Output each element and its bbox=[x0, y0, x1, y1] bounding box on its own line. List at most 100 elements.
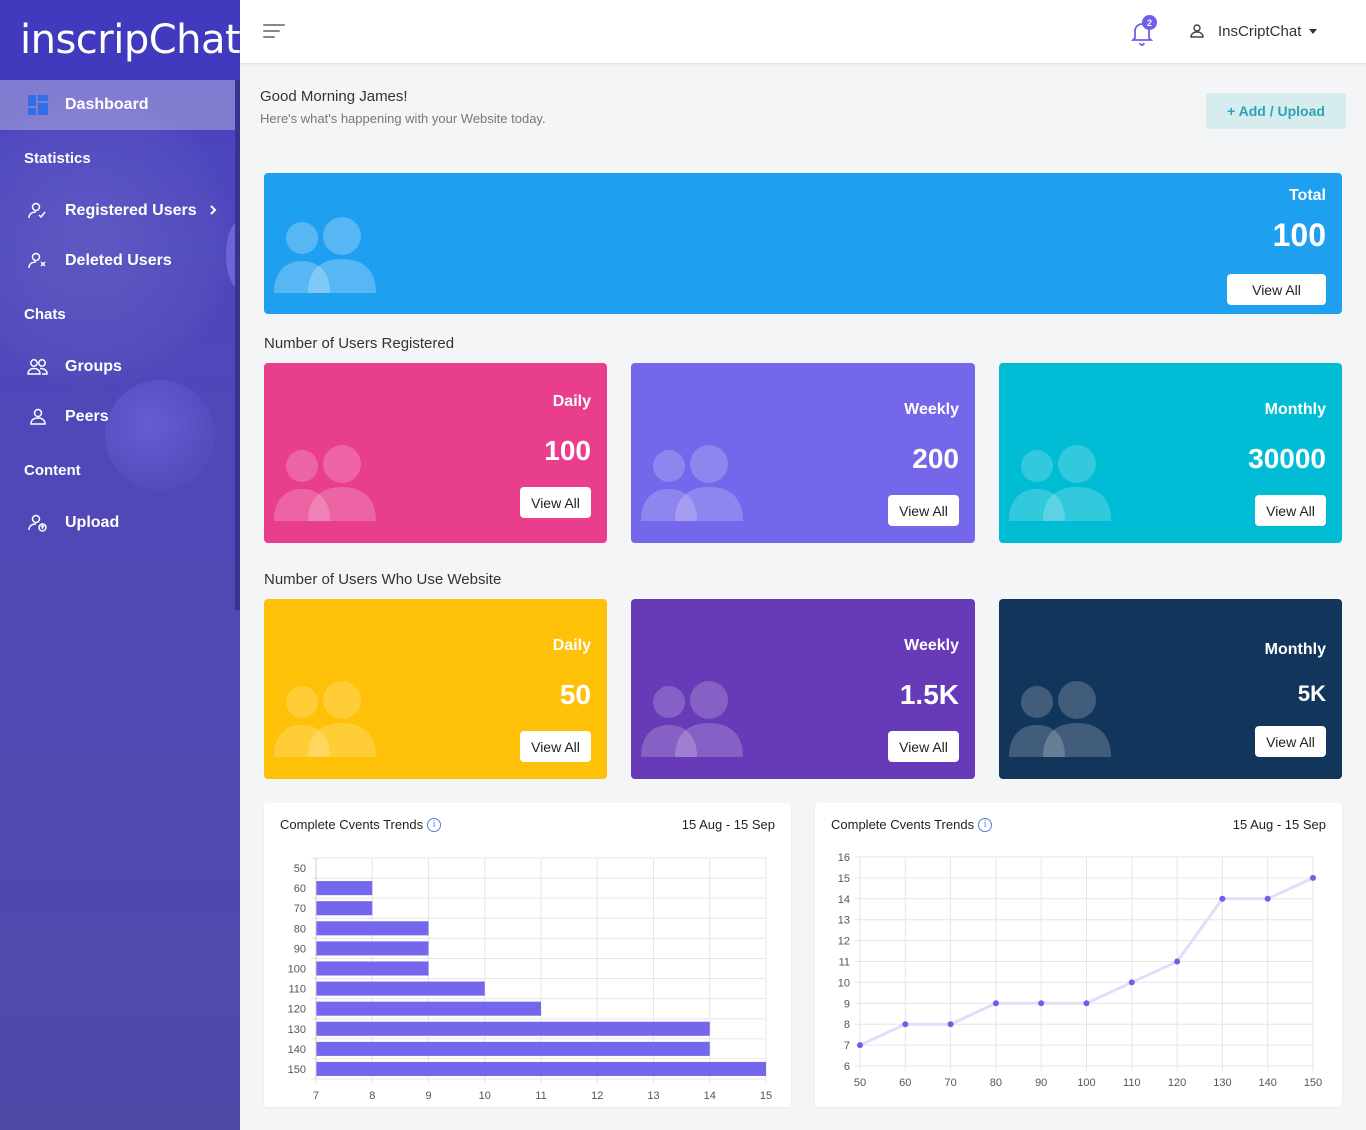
sidebar-scrollbar[interactable] bbox=[235, 0, 240, 610]
line-chart-panel: 6 7 8 9 10 11 12 13 14 15 16 50 60 70 80 90 100 110 120 130… bbox=[815, 803, 1342, 1107]
menu-toggle-icon[interactable] bbox=[263, 24, 285, 40]
x-tick-label: 80 bbox=[990, 1077, 1002, 1089]
x-tick-label: 50 bbox=[854, 1077, 866, 1089]
sidebar-heading-content: Content bbox=[24, 462, 81, 479]
view-all-button[interactable]: View All bbox=[1255, 495, 1326, 526]
bar bbox=[316, 961, 429, 976]
card-label: Weekly bbox=[904, 401, 959, 418]
sidebar-item-label: Dashboard bbox=[65, 96, 149, 113]
data-point bbox=[1174, 958, 1181, 965]
topbar: 2 InsCriptChat bbox=[240, 0, 1366, 64]
bar bbox=[316, 1041, 710, 1056]
data-point bbox=[1310, 874, 1316, 881]
card-value: 1.5K bbox=[899, 679, 959, 710]
card-value: 100 bbox=[544, 435, 591, 466]
view-all-button[interactable]: View All bbox=[520, 731, 591, 762]
registered-weekly-card: Weekly 200 View All bbox=[631, 363, 975, 543]
usage-section-title: Number of Users Who Use Website bbox=[264, 571, 502, 588]
view-all-button[interactable]: View All bbox=[1255, 726, 1326, 757]
total-value: 100 bbox=[1272, 217, 1326, 253]
card-value: 5K bbox=[1297, 681, 1326, 706]
x-tick-label: 8 bbox=[369, 1090, 375, 1102]
usage-daily-card: Daily 50 View All bbox=[264, 599, 607, 779]
chart-title-text: Complete Cvents Trends bbox=[280, 817, 424, 832]
sidebar-item-upload[interactable]: Upload bbox=[0, 498, 235, 548]
x-tick-label: 70 bbox=[944, 1077, 956, 1089]
y-tick-label: 16 bbox=[838, 852, 850, 864]
card-value: 30000 bbox=[1248, 443, 1326, 474]
y-tick-label: 14 bbox=[838, 894, 850, 906]
user-upload-icon bbox=[26, 511, 50, 535]
data-point bbox=[1083, 1000, 1090, 1007]
data-point bbox=[1038, 1000, 1045, 1007]
y-tick-label: 130 bbox=[288, 1024, 306, 1036]
users-icon bbox=[1009, 445, 1111, 521]
bar bbox=[316, 921, 429, 936]
x-tick-label: 11 bbox=[535, 1090, 546, 1102]
data-point bbox=[1219, 895, 1226, 902]
registered-monthly-card: Monthly 30000 View All bbox=[999, 363, 1342, 543]
users-group-icon bbox=[26, 355, 50, 379]
line-chart: 6 7 8 9 10 11 12 13 14 15 16 50 60 70 80 90 100 110 120 130… bbox=[838, 852, 1322, 1089]
users-icon bbox=[274, 217, 376, 293]
user-name: InsCriptChat bbox=[1218, 22, 1302, 40]
chart-title: Complete Cvents Trends i bbox=[831, 817, 993, 832]
info-icon[interactable]: i bbox=[978, 817, 993, 832]
y-tick-label: 15 bbox=[838, 873, 850, 885]
y-tick-label: 90 bbox=[294, 943, 306, 955]
y-tick-label: 8 bbox=[844, 1019, 850, 1031]
view-all-button[interactable]: View All bbox=[520, 487, 591, 518]
total-view-all-button[interactable]: View All bbox=[1227, 274, 1326, 305]
y-tick-label: 7 bbox=[844, 1040, 850, 1052]
x-tick-label: 9 bbox=[425, 1090, 431, 1102]
y-tick-label: 140 bbox=[288, 1044, 306, 1056]
bar bbox=[316, 941, 429, 956]
greeting-subtitle: Here's what's happening with your Websit… bbox=[260, 111, 546, 126]
bar-chart: 7 8 9 10 11 12 13 14 15 50 60 70 80 90 100 110 120 130 140… bbox=[288, 857, 772, 1102]
user-icon bbox=[1190, 24, 1204, 38]
user-x-icon bbox=[26, 249, 50, 273]
users-icon bbox=[641, 445, 743, 521]
bar bbox=[316, 1021, 710, 1036]
x-tick-label: 120 bbox=[1168, 1077, 1186, 1089]
data-point bbox=[992, 1000, 999, 1007]
x-tick-label: 13 bbox=[647, 1090, 659, 1102]
card-label: Daily bbox=[552, 393, 591, 410]
data-point bbox=[1128, 979, 1135, 986]
user-menu[interactable]: InsCriptChat bbox=[1188, 22, 1318, 40]
card-label: Monthly bbox=[1264, 641, 1326, 658]
x-tick-label: 14 bbox=[704, 1090, 716, 1102]
sidebar-item-registered-users[interactable]: Registered Users bbox=[0, 186, 235, 236]
view-all-button[interactable]: View All bbox=[888, 495, 959, 526]
sidebar-item-label: Groups bbox=[65, 358, 122, 375]
brand-logo[interactable]: inscripChat bbox=[0, 0, 240, 80]
sidebar-item-dashboard[interactable]: Dashboard bbox=[0, 80, 235, 130]
x-tick-label: 140 bbox=[1259, 1077, 1277, 1089]
add-upload-button[interactable]: + Add / Upload bbox=[1206, 93, 1346, 129]
card-value: 50 bbox=[559, 679, 591, 710]
x-tick-label: 15 bbox=[760, 1090, 772, 1102]
card-label: Daily bbox=[552, 637, 591, 654]
data-point bbox=[902, 1021, 909, 1028]
bar bbox=[316, 981, 485, 996]
y-tick-label: 13 bbox=[838, 915, 850, 927]
notifications-button[interactable]: 2 bbox=[1130, 15, 1157, 46]
total-card: Total 100 View All bbox=[264, 173, 1342, 314]
brand-name: inscripChat bbox=[20, 17, 240, 63]
sidebar-item-groups[interactable]: Groups bbox=[0, 342, 235, 392]
sidebar-item-deleted-users[interactable]: Deleted Users bbox=[0, 236, 235, 286]
card-label: Monthly bbox=[1264, 401, 1326, 418]
sidebar: inscripChat Dashboard Statistics Registe… bbox=[0, 0, 240, 1130]
info-icon[interactable]: i bbox=[427, 817, 442, 832]
data-point bbox=[947, 1021, 954, 1028]
y-tick-label: 80 bbox=[294, 923, 306, 935]
card-value: 200 bbox=[912, 443, 959, 474]
y-tick-label: 9 bbox=[844, 998, 850, 1010]
total-label: Total bbox=[1288, 187, 1326, 204]
view-all-button[interactable]: View All bbox=[888, 731, 959, 762]
bar bbox=[316, 1001, 541, 1016]
chevron-right-icon bbox=[209, 203, 217, 221]
sidebar-item-peers[interactable]: Peers bbox=[0, 392, 235, 442]
chart-date-range[interactable]: 15 Aug - 15 Sep bbox=[1233, 817, 1326, 832]
chart-date-range[interactable]: 15 Aug - 15 Sep bbox=[682, 817, 775, 832]
